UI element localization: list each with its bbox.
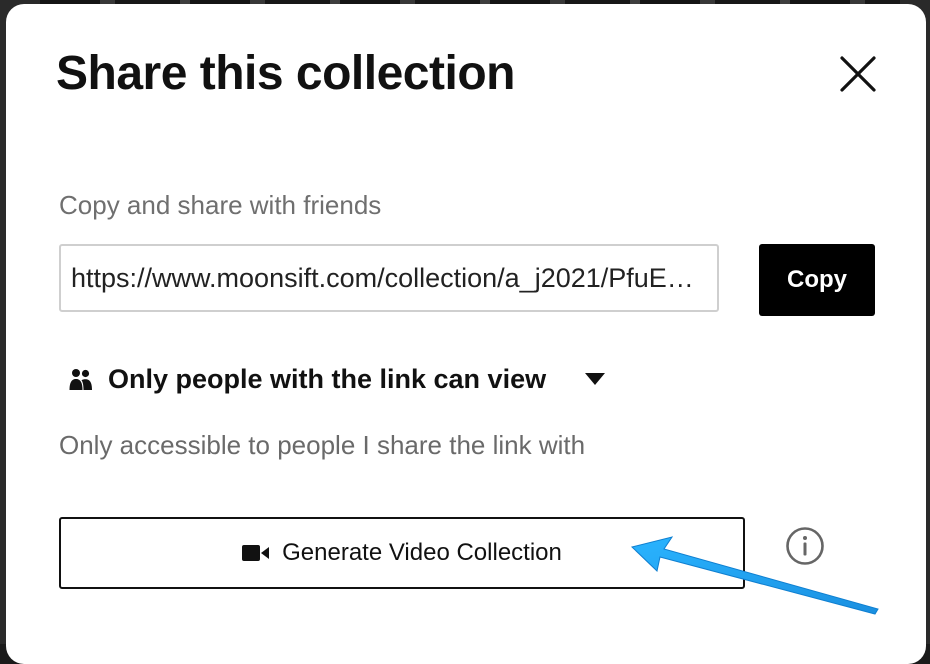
share-collection-dialog: Share this collection Copy and share wit… xyxy=(6,4,926,664)
visibility-dropdown[interactable]: Only people with the link can view xyxy=(68,359,606,399)
copy-button[interactable]: Copy xyxy=(759,244,875,316)
visibility-description: Only accessible to people I share the li… xyxy=(59,430,586,460)
dialog-title: Share this collection xyxy=(56,47,515,100)
share-link-input[interactable] xyxy=(59,244,719,312)
info-icon xyxy=(786,527,824,565)
close-button[interactable] xyxy=(836,52,880,96)
caret-down-icon xyxy=(585,373,606,385)
people-icon xyxy=(68,366,94,392)
info-button[interactable] xyxy=(785,526,825,566)
video-camera-icon xyxy=(242,544,270,562)
close-icon xyxy=(840,56,876,92)
generate-video-label: Generate Video Collection xyxy=(282,539,562,566)
generate-video-collection-button[interactable]: Generate Video Collection xyxy=(59,517,745,589)
share-subtitle: Copy and share with friends xyxy=(59,190,382,220)
visibility-label: Only people with the link can view xyxy=(108,363,547,394)
